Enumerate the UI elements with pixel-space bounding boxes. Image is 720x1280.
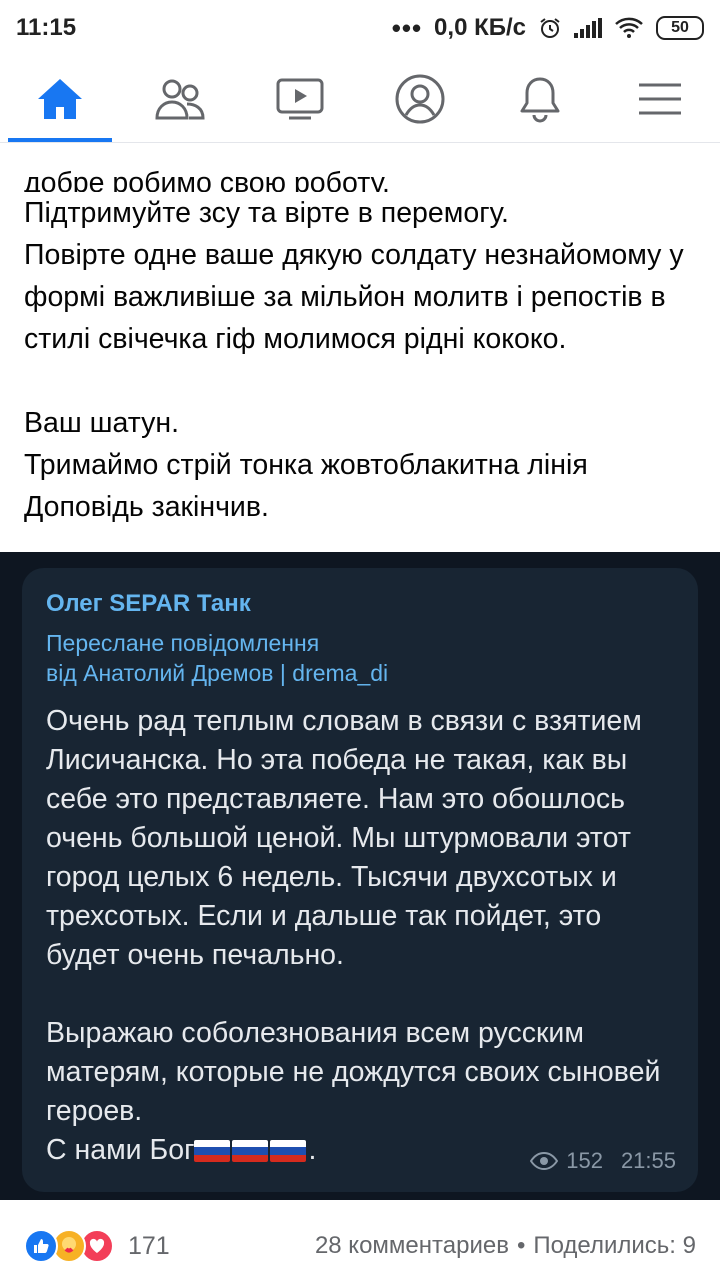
wifi-icon [615, 17, 643, 38]
reaction-count: 171 [128, 1231, 170, 1260]
menu-icon [639, 83, 681, 115]
like-reaction-icon [24, 1229, 58, 1263]
forwarded-from: від Анатолий Дремов | drema_di [46, 660, 389, 686]
russia-flag-icon [232, 1140, 269, 1162]
engagement-stats: 28 комментариев • Поделились: 9 [315, 1232, 696, 1260]
russia-flag-icon [194, 1140, 231, 1162]
views-count: 152 [566, 1148, 603, 1173]
telegram-last-line: С нами Бог [46, 1134, 195, 1166]
comments-count[interactable]: 28 комментариев [315, 1232, 509, 1260]
battery-icon: 50 [656, 16, 704, 40]
telegram-message: Очень рад теплым словам в связи с взятие… [46, 705, 661, 1127]
post-text: добре робимо свою роботу. Підтримуйте зсу… [24, 132, 704, 528]
network-speed: 0,0 КБ/с [434, 14, 526, 41]
reactions[interactable]: 171 [24, 1229, 170, 1263]
post-footer: 171 28 комментариев • Поделились: 9 [0, 1212, 720, 1280]
post-image[interactable]: Олег SEPAR Танк Переслане повідомлення в… [0, 552, 720, 1200]
status-indicators: ••• 0,0 КБ/с 50 [392, 13, 704, 44]
post-body: Підтримуйте зсу та вірте в перемогу. Пов… [24, 197, 684, 523]
profile-icon [395, 74, 445, 124]
telegram-sender: Олег SEPAR Танк [46, 590, 251, 617]
video-icon [276, 78, 324, 120]
telegram-last-line-end: . [308, 1134, 317, 1166]
tab-notifications[interactable] [484, 56, 596, 142]
tab-home[interactable] [4, 56, 116, 142]
russia-flag-icon [270, 1140, 307, 1162]
telegram-message-text: Очень рад теплым словам в связи с взятие… [46, 702, 674, 1170]
top-navigation [0, 56, 720, 143]
telegram-meta: 152 21:55 [530, 1148, 676, 1174]
alarm-icon [540, 18, 560, 38]
stats-separator: • [516, 1232, 526, 1259]
telegram-message-bubble: Олег SEPAR Танк Переслане повідомлення в… [22, 568, 698, 1192]
notifications-icon [520, 77, 560, 123]
friends-icon [155, 79, 205, 120]
home-icon [38, 79, 82, 119]
status-time: 11:15 [16, 14, 77, 41]
tab-menu[interactable] [604, 56, 716, 142]
tab-watch[interactable] [244, 56, 356, 142]
signal-icon [574, 18, 602, 38]
status-dots: ••• [391, 12, 423, 43]
post-text-clipped-line: добре робимо свою роботу. [24, 167, 390, 192]
message-time: 21:55 [620, 1148, 676, 1173]
shares-count[interactable]: Поделились: 9 [533, 1232, 696, 1260]
tab-profile[interactable] [364, 56, 476, 142]
eye-icon [530, 1152, 559, 1170]
forwarded-label: Переслане повідомлення [46, 630, 320, 656]
tab-friends[interactable] [124, 56, 236, 142]
status-bar: 11:15 ••• 0,0 КБ/с 50 [0, 0, 720, 56]
